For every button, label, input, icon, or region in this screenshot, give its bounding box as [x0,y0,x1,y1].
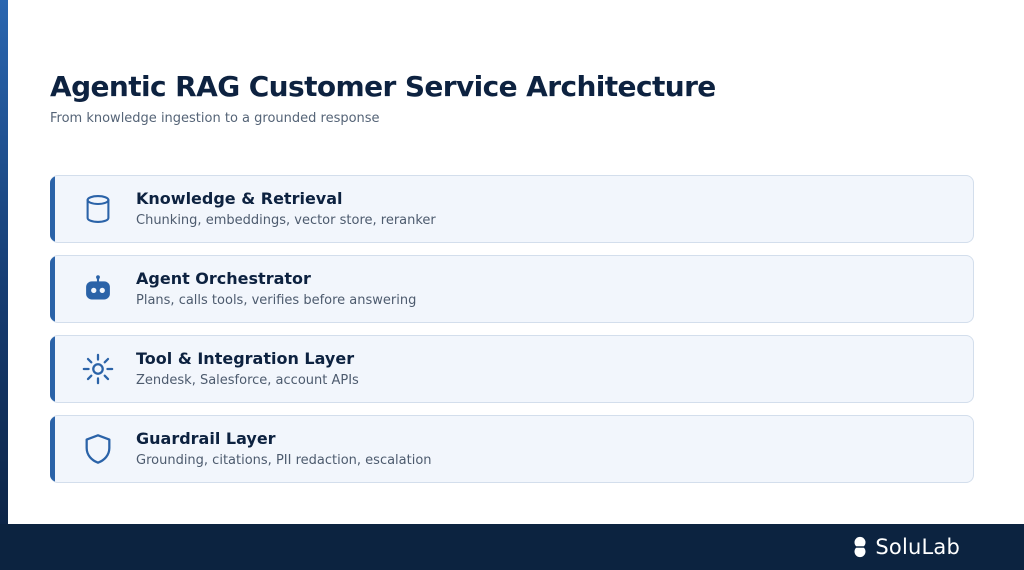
slide: Agentic RAG Customer Service Architectur… [0,0,1024,570]
sun-gear-icon [80,351,116,387]
layer-card-agent-orchestrator: Agent Orchestrator Plans, calls tools, v… [50,255,974,323]
layer-description: Chunking, embeddings, vector store, rera… [136,213,436,228]
layer-title: Guardrail Layer [136,429,276,448]
layer-title: Tool & Integration Layer [136,349,355,368]
page-title: Agentic RAG Customer Service Architectur… [50,70,716,103]
robot-icon [80,271,116,307]
layer-card-guardrail: Guardrail Layer Grounding, citations, PI… [50,415,974,483]
brand-logo: SoluLab [849,534,960,560]
logo-mark-icon [853,536,867,558]
layer-title: Knowledge & Retrieval [136,189,343,208]
brand-name: SoluLab [875,535,960,559]
left-accent-bar [0,0,8,524]
layer-description: Plans, calls tools, verifies before answ… [136,293,417,308]
layer-description: Grounding, citations, PII redaction, esc… [136,453,432,468]
database-icon [80,191,116,227]
page-subtitle: From knowledge ingestion to a grounded r… [50,111,380,126]
layer-card-knowledge-retrieval: Knowledge & Retrieval Chunking, embeddin… [50,175,974,243]
shield-icon [80,431,116,467]
footer-bar: SoluLab [0,524,1024,570]
layer-title: Agent Orchestrator [136,269,311,288]
layer-description: Zendesk, Salesforce, account APIs [136,373,359,388]
layer-card-tool-integration: Tool & Integration Layer Zendesk, Salesf… [50,335,974,403]
architecture-layers: Knowledge & Retrieval Chunking, embeddin… [50,175,974,495]
